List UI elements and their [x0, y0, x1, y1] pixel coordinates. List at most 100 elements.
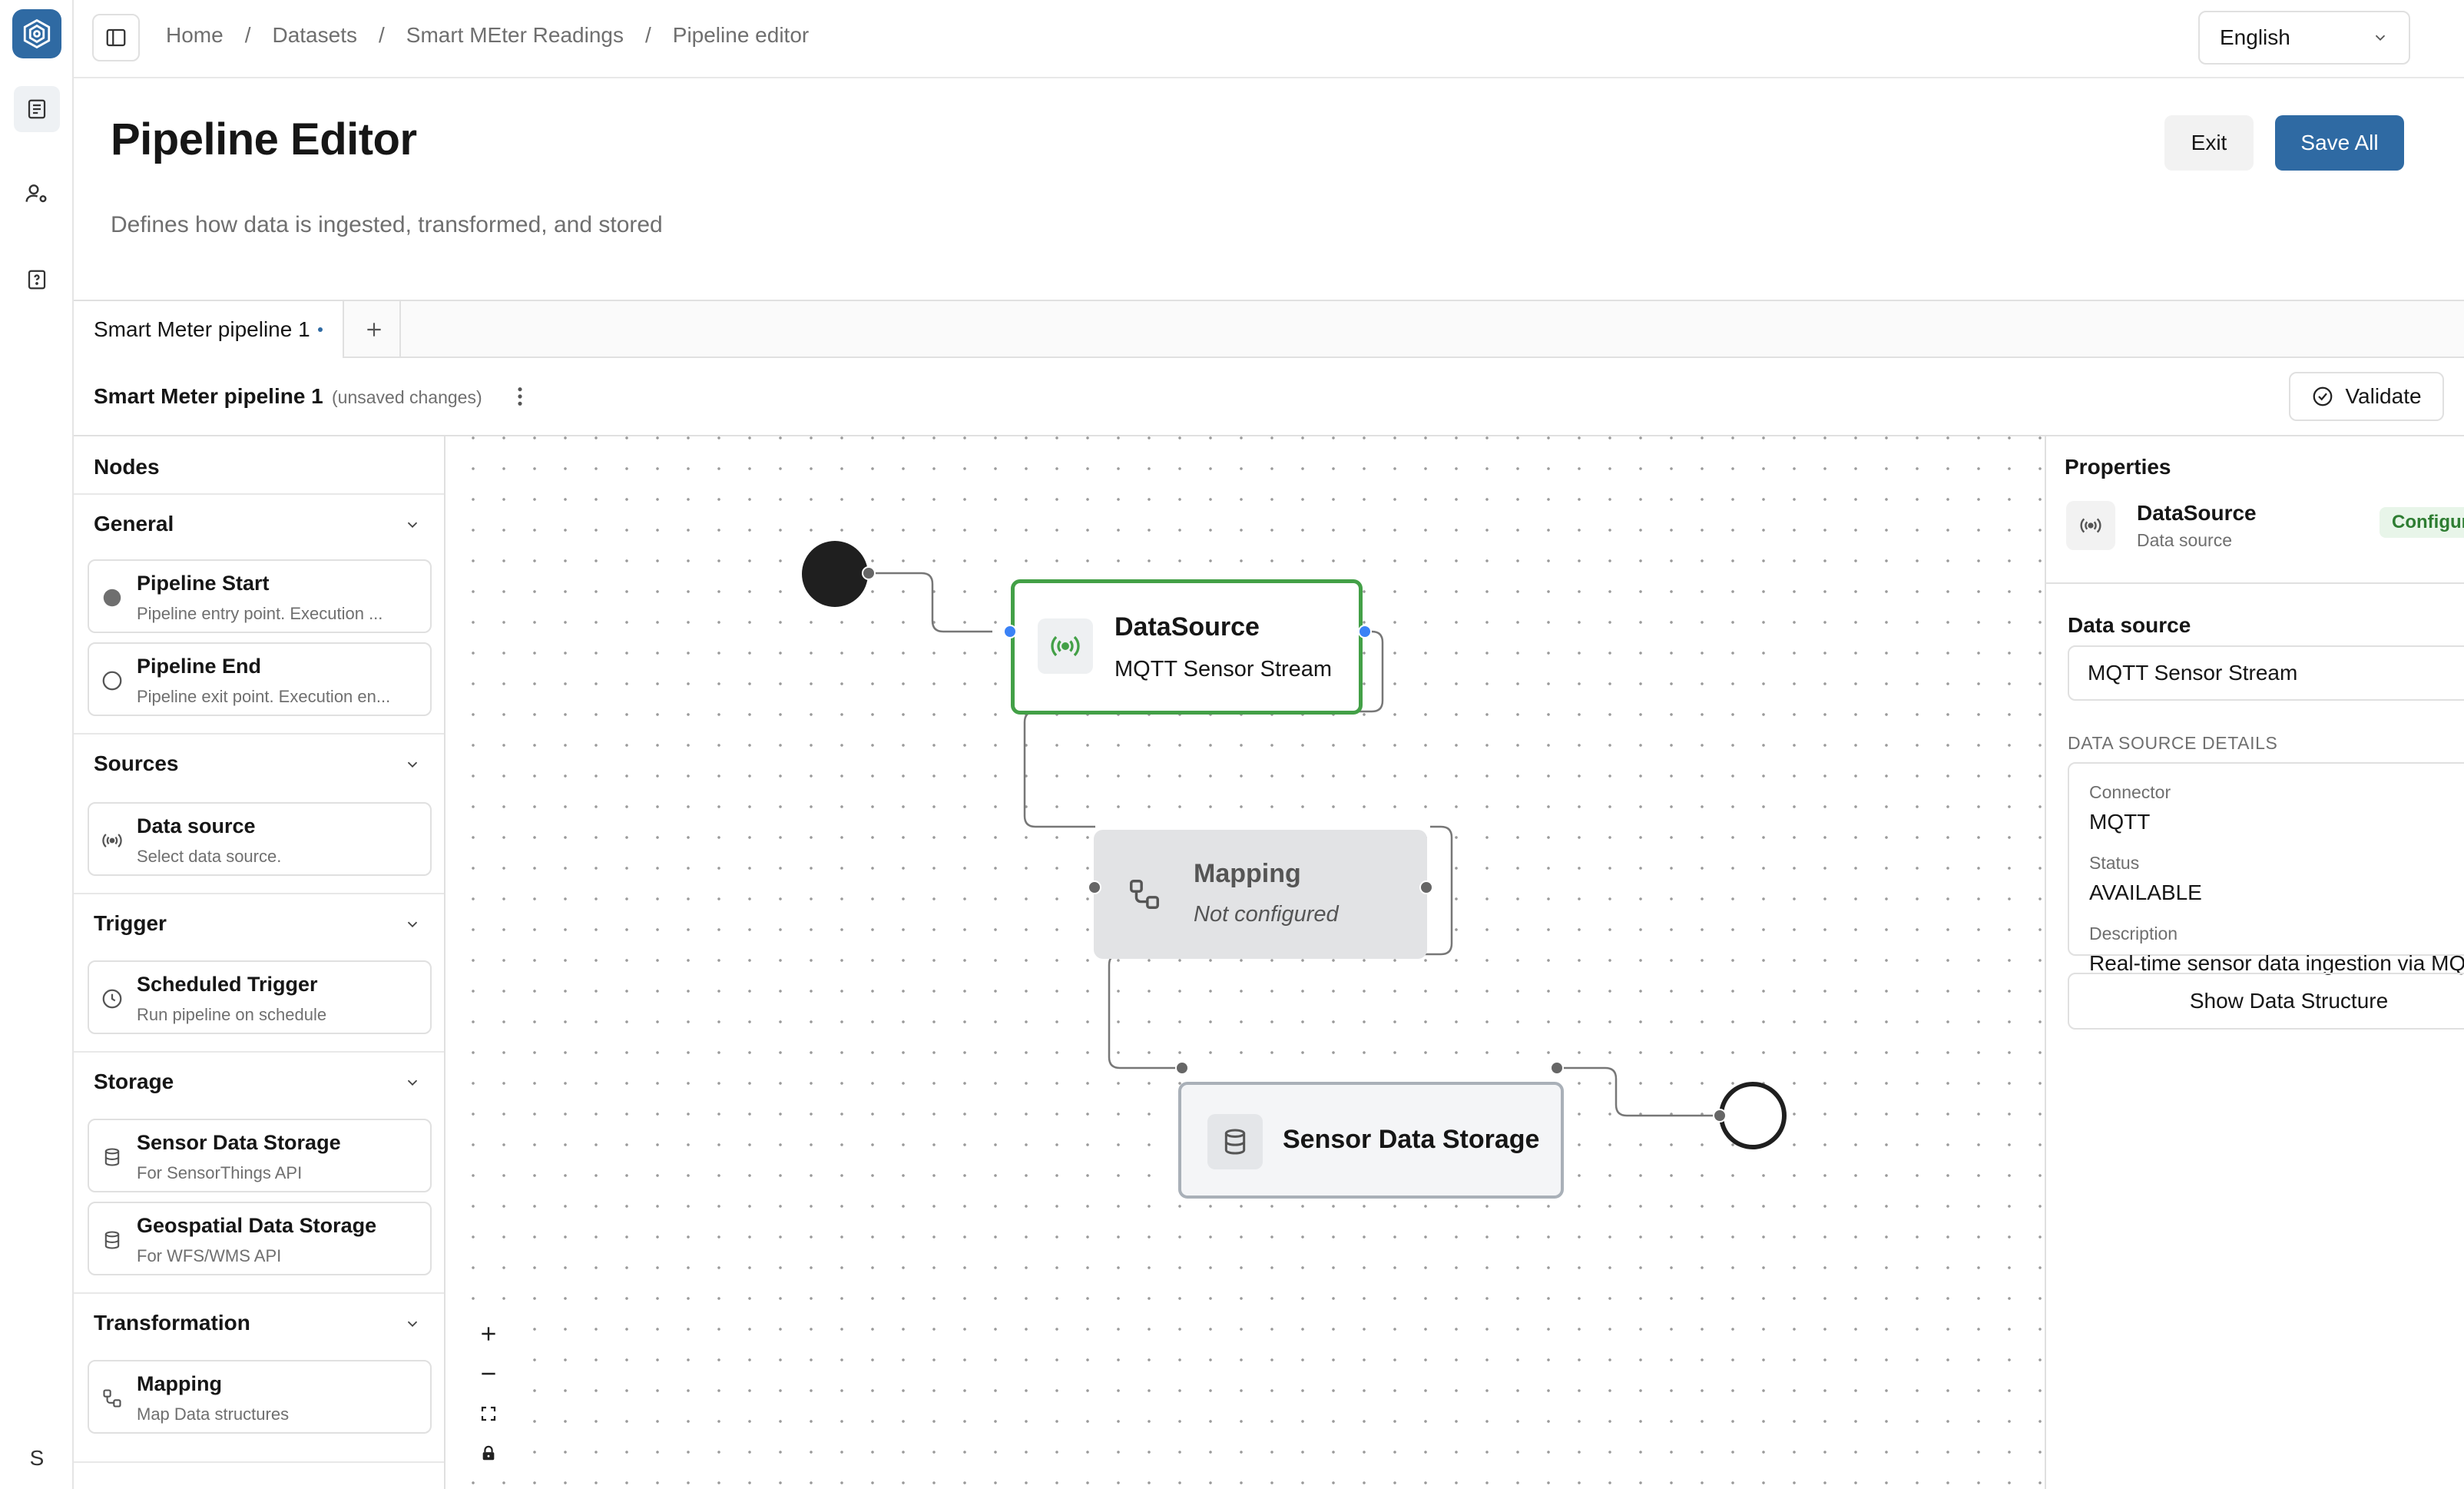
clock-icon: [100, 987, 124, 1011]
rail-user-settings-button[interactable]: [14, 171, 60, 217]
breadcrumb-separator: /: [644, 23, 651, 47]
nodes-palette: Nodes General Pipeline Start Pipeline en…: [74, 436, 445, 1489]
breadcrumb-dataset[interactable]: Smart MEter Readings: [406, 23, 624, 48]
mapping-node[interactable]: Mapping Not configured: [1094, 830, 1427, 959]
palette-item-pipeline-start[interactable]: Pipeline Start Pipeline entry point. Exe…: [88, 559, 432, 633]
item-title: Geospatial Data Storage: [137, 1214, 377, 1237]
chevron-down-icon: [407, 1321, 418, 1328]
pipeline-start-node[interactable]: [802, 541, 868, 607]
fit-view-button[interactable]: [467, 1394, 510, 1434]
check-circle-icon: [2313, 386, 2333, 406]
broadcast-icon: [2066, 501, 2115, 550]
item-title: Pipeline End: [137, 655, 262, 678]
database-icon: [100, 1228, 124, 1252]
section-title: Storage: [94, 1069, 174, 1093]
data-source-label: Data source: [2068, 613, 2191, 637]
item-title: Sensor Data Storage: [137, 1131, 341, 1154]
palette-item-sensor-data-storage[interactable]: Sensor Data Storage For SensorThings API: [88, 1119, 432, 1192]
properties-heading: Properties: [2065, 455, 2171, 479]
database-icon: [1207, 1114, 1263, 1169]
save-all-button[interactable]: Save All: [2275, 115, 2404, 171]
edge-storage-to-end: [1558, 1066, 1722, 1117]
palette-section-general: General Pipeline Start Pipeline entry po…: [74, 493, 444, 733]
exit-button[interactable]: Exit: [2164, 115, 2254, 171]
rail-help-button[interactable]: [14, 257, 60, 303]
item-description: Pipeline entry point. Execution ...: [137, 604, 383, 623]
palette-item-scheduled-trigger[interactable]: Scheduled Trigger Run pipeline on schedu…: [88, 960, 432, 1034]
pipeline-toolbar: Smart Meter pipeline 1 (unsaved changes)…: [74, 358, 2464, 436]
breadcrumb-datasets[interactable]: Datasets: [272, 23, 357, 48]
item-description: Map Data structures: [137, 1404, 290, 1424]
storage-input-handle[interactable]: [1175, 1061, 1189, 1075]
rail-datasets-button[interactable]: [14, 86, 60, 132]
selected-node-type: Data source: [2137, 530, 2233, 550]
node-status: Not configured: [1194, 902, 1339, 927]
datasource-input-handle[interactable]: [1003, 625, 1017, 638]
palette-item-geospatial-data-storage[interactable]: Geospatial Data Storage For WFS/WMS API: [88, 1202, 432, 1275]
chevron-down-icon: [407, 522, 418, 529]
pipeline-canvas[interactable]: DataSource MQTT Sensor Stream Mapping No…: [447, 436, 2043, 1489]
breadcrumb-separator: /: [244, 23, 251, 47]
add-tab-button[interactable]: [349, 301, 401, 358]
tab-pipeline-1[interactable]: Smart Meter pipeline 1: [74, 301, 344, 358]
collapse-trigger-button[interactable]: [401, 913, 424, 936]
item-description: Select data source.: [137, 847, 282, 866]
plus-icon: [482, 1327, 495, 1341]
mapping-output-handle[interactable]: [1419, 880, 1433, 894]
sidebar-panel-icon: [106, 28, 126, 47]
status-value: AVAILABLE: [2089, 880, 2202, 904]
lock-canvas-button[interactable]: [467, 1434, 510, 1474]
filled-circle-icon: [100, 585, 124, 610]
mapping-input-handle[interactable]: [1088, 880, 1101, 894]
collapse-sources-button[interactable]: [401, 753, 424, 776]
collapse-transformation-button[interactable]: [401, 1312, 424, 1335]
node-title: DataSource: [1114, 612, 1260, 642]
collapse-general-button[interactable]: [401, 513, 424, 536]
mapping-icon: [100, 1386, 124, 1411]
user-avatar[interactable]: S: [17, 1438, 57, 1478]
zoom-out-button[interactable]: [467, 1354, 510, 1394]
palette-item-pipeline-end[interactable]: Pipeline End Pipeline exit point. Execut…: [88, 642, 432, 716]
data-source-value: MQTT Sensor Stream: [2088, 661, 2298, 685]
selected-node-name: DataSource: [2137, 501, 2257, 525]
datasource-output-handle[interactable]: [1358, 625, 1372, 638]
storage-output-handle[interactable]: [1550, 1061, 1564, 1075]
app-logo[interactable]: [12, 9, 61, 58]
item-description: For WFS/WMS API: [137, 1246, 282, 1265]
validate-button[interactable]: Validate: [2289, 372, 2444, 421]
more-options-button[interactable]: [508, 381, 532, 412]
user-settings-icon: [25, 184, 47, 203]
sidebar-toggle-button[interactable]: [92, 14, 140, 61]
item-title: Data source: [137, 814, 256, 837]
collapse-storage-button[interactable]: [401, 1071, 424, 1094]
connector-key: Connector: [2089, 782, 2171, 802]
mapping-icon: [1117, 867, 1172, 922]
end-input-handle[interactable]: [1713, 1109, 1727, 1123]
data-source-select[interactable]: MQTT Sensor Stream: [2068, 645, 2464, 701]
palette-item-mapping[interactable]: Mapping Map Data structures: [88, 1360, 432, 1434]
language-select[interactable]: English: [2198, 11, 2410, 65]
pipeline-editor: Smart Meter pipeline 1 Smart Meter pipel…: [74, 300, 2464, 1489]
sensor-data-storage-node[interactable]: Sensor Data Storage: [1178, 1082, 1564, 1199]
app-rail: S: [0, 0, 74, 1489]
datasource-node[interactable]: DataSource MQTT Sensor Stream: [1011, 579, 1363, 715]
properties-border: [2045, 436, 2046, 1489]
top-bar: Home / Datasets / Smart MEter Readings /…: [74, 0, 2464, 78]
edge-start-to-datasource: [869, 572, 992, 633]
pipeline-end-node[interactable]: [1719, 1082, 1787, 1149]
zoom-in-button[interactable]: [467, 1314, 510, 1354]
start-output-handle[interactable]: [862, 566, 876, 580]
show-data-structure-button[interactable]: Show Data Structure: [2068, 973, 2464, 1030]
validate-label: Validate: [2345, 384, 2422, 408]
node-title: Sensor Data Storage: [1283, 1125, 1540, 1154]
breadcrumb-separator: /: [378, 23, 385, 47]
item-description: For SensorThings API: [137, 1163, 303, 1182]
list-document-icon: [28, 99, 46, 119]
details-heading: DATA SOURCE DETAILS: [2068, 733, 2278, 753]
item-description: Pipeline exit point. Execution en...: [137, 687, 391, 706]
properties-divider: [2045, 582, 2464, 584]
data-source-details: Connector MQTT Status AVAILABLE Descript…: [2068, 762, 2464, 975]
breadcrumb-home[interactable]: Home: [166, 23, 224, 48]
palette-item-data-source[interactable]: Data source Select data source.: [88, 802, 432, 876]
lock-icon: [482, 1445, 495, 1461]
